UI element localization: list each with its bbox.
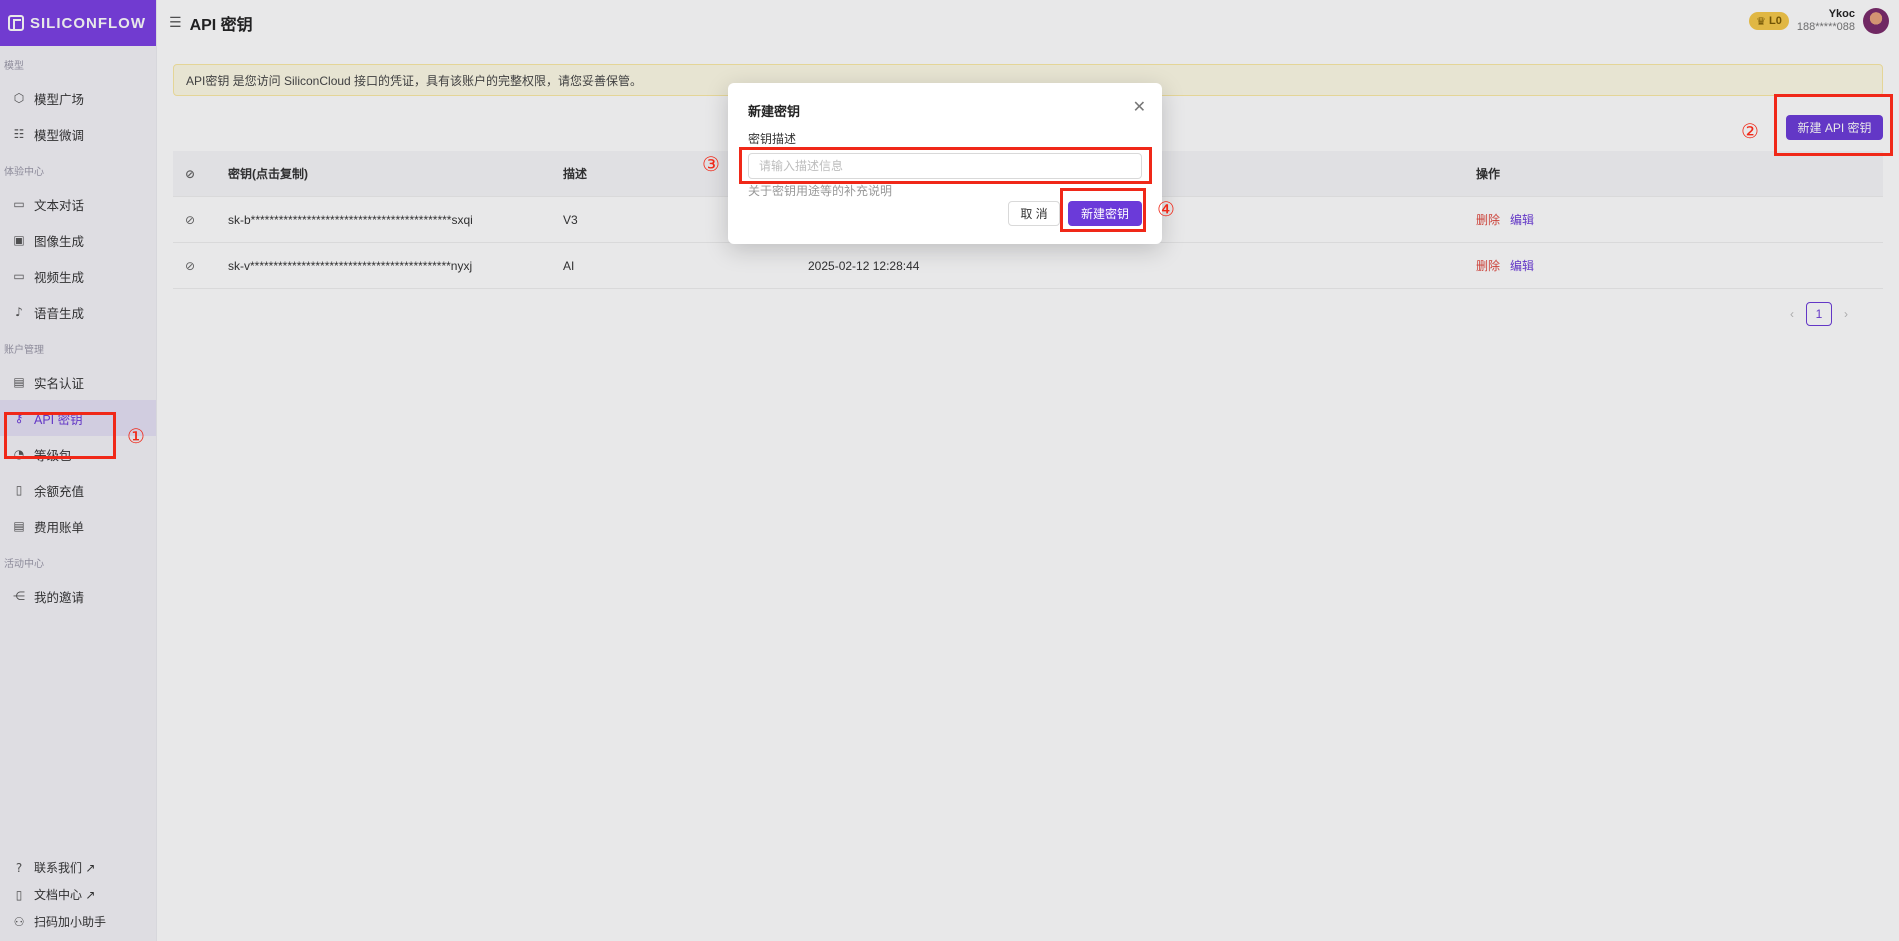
highlight-create-button xyxy=(1060,188,1146,232)
step-marker-2: ② xyxy=(1741,119,1759,143)
modal-title: 新建密钥 xyxy=(748,104,801,119)
step-marker-4: ④ xyxy=(1157,197,1175,221)
highlight-api-keys-nav xyxy=(4,412,116,459)
cancel-button[interactable]: 取 消 xyxy=(1008,201,1060,226)
key-desc-label: 密钥描述 xyxy=(748,132,797,146)
step-marker-3: ③ xyxy=(702,152,720,176)
highlight-desc-input xyxy=(739,147,1152,184)
highlight-new-key-button xyxy=(1774,94,1893,156)
step-marker-1: ① xyxy=(127,424,145,448)
close-icon[interactable]: ✕ xyxy=(1133,97,1146,116)
